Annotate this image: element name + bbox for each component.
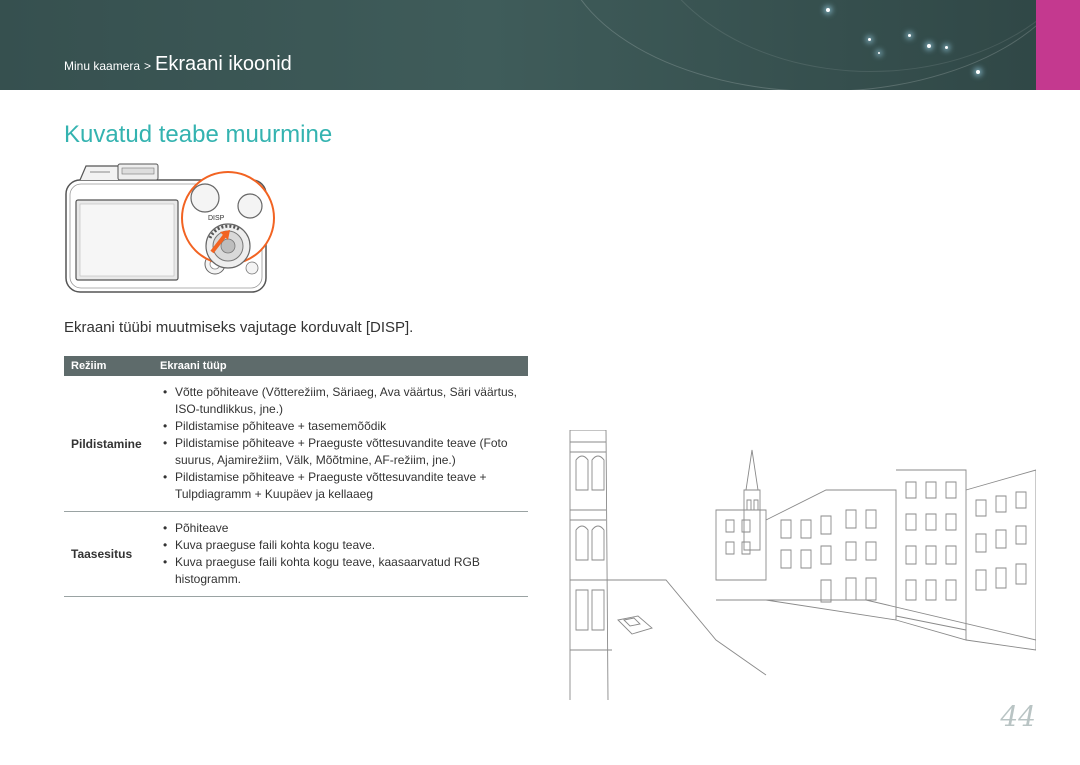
list-item: Võtte põhiteave (Võtterežiim, Säriaeg, A… [153,384,528,418]
list-item: Pildistamise põhiteave + Praeguste võtte… [153,435,528,469]
list-item: Kuva praeguse faili kohta kogu teave, ka… [153,554,528,588]
section-tab[interactable] [1036,0,1080,90]
breadcrumb: Minu kaamera > Ekraani ikoonid [64,53,292,76]
header-banner: Minu kaamera > Ekraani ikoonid [0,0,1080,90]
mode-name: Pildistamine [64,376,153,512]
breadcrumb-current: Ekraani ikoonid [155,53,292,75]
sparkle-icon [826,8,830,12]
disp-key-label: [DISP]. [365,319,414,336]
breadcrumb-separator: > [144,59,152,73]
list-item: Kuva praeguse faili kohta kogu teave. [153,537,528,554]
sparkle-icon [908,34,911,37]
sparkle-icon [976,70,980,74]
list-item: Põhiteave [153,520,528,537]
sparkle-icon [868,38,871,41]
column-header-mode: Režiim [64,356,153,376]
list-item: Pildistamise põhiteave + Praeguste võtte… [153,469,528,503]
list-item: Pildistamise põhiteave + tasememõõdik [153,418,528,435]
page-title: Kuvatud teabe muurmine [64,121,333,148]
screen-type-cell: Võtte põhiteave (Võtterežiim, Säriaeg, A… [153,376,528,512]
page-number: 44 [1000,700,1036,733]
camera-back-illustration: DISP [65,163,275,293]
sparkle-icon [927,44,931,48]
disp-label: DISP [208,215,225,222]
breadcrumb-parent-link[interactable]: Minu kaamera [64,59,140,73]
table-header-row: Režiim Ekraani tüüp [64,356,528,376]
city-canal-sketch [569,430,1036,701]
instruction-text: Ekraani tüübi muutmiseks vajutage korduv… [64,319,413,336]
table-row: Pildistamine Võtte põhiteave (Võtterežii… [64,376,528,512]
table-row: Taasesitus Põhiteave Kuva praeguse faili… [64,511,528,597]
sparkle-icon [945,46,948,49]
sparkle-icon [878,52,880,54]
display-mode-table: Režiim Ekraani tüüp Pildistamine Võtte p… [64,356,528,597]
mode-name: Taasesitus [64,511,153,597]
instruction-sentence: Ekraani tüübi muutmiseks vajutage korduv… [64,319,362,336]
column-header-screen-type: Ekraani tüüp [153,356,528,376]
screen-type-cell: Põhiteave Kuva praeguse faili kohta kogu… [153,511,528,597]
